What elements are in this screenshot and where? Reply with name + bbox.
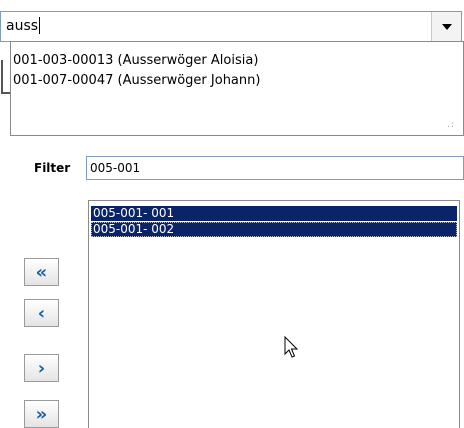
chevron-down-icon bbox=[441, 23, 452, 30]
move-right-button[interactable]: › bbox=[24, 354, 59, 382]
autocomplete-dropdown: 001-003-00013 (Ausserwöger Aloisia) 001-… bbox=[10, 41, 464, 136]
search-input-text: auss bbox=[6, 18, 39, 34]
selected-list[interactable]: 005-001- 001 005-001- 002 bbox=[88, 200, 460, 428]
dropdown-toggle-button[interactable] bbox=[431, 12, 461, 41]
mouse-pointer-icon bbox=[284, 336, 299, 358]
dropdown-item[interactable]: 001-007-00047 (Ausserwöger Johann) bbox=[13, 71, 260, 91]
search-input[interactable]: auss bbox=[6, 12, 41, 41]
filter-input[interactable]: 005-001 bbox=[86, 156, 464, 180]
dropdown-item[interactable]: 001-003-00013 (Ausserwöger Aloisia) bbox=[13, 51, 258, 71]
filter-label: Filter bbox=[34, 161, 71, 175]
move-all-right-button[interactable]: » bbox=[24, 400, 59, 428]
move-all-left-button[interactable]: « bbox=[24, 258, 59, 286]
move-left-button[interactable]: ‹ bbox=[24, 299, 59, 327]
list-item[interactable]: 005-001- 002 bbox=[91, 222, 457, 237]
list-item[interactable]: 005-001- 001 bbox=[91, 206, 457, 221]
search-combobox[interactable]: auss bbox=[0, 11, 462, 42]
text-caret bbox=[39, 16, 41, 34]
resize-grip-icon[interactable]: .: bbox=[447, 120, 457, 130]
